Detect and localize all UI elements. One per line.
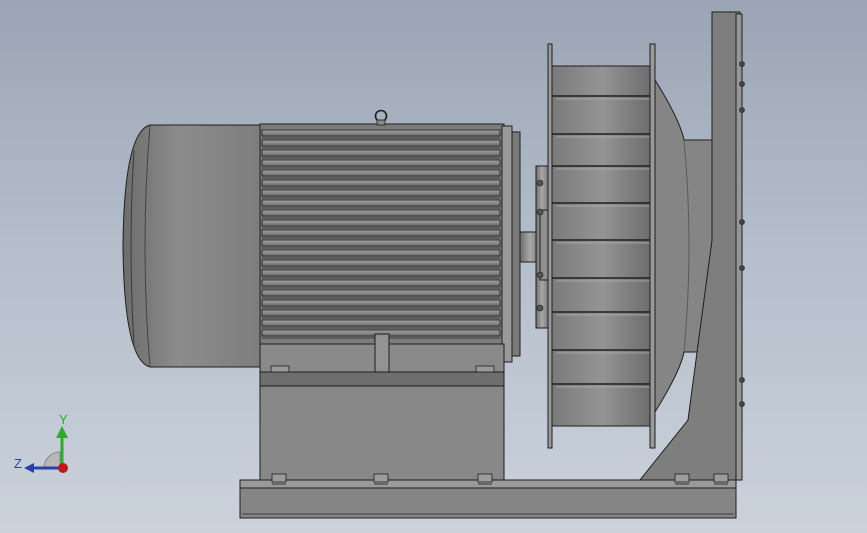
- lifting-eye: [374, 109, 388, 126]
- cooling-fin: [261, 219, 501, 227]
- motor-finned-body: [259, 123, 505, 345]
- cooling-fin: [261, 299, 501, 307]
- plate-bolt: [739, 107, 745, 113]
- cooling-fin: [261, 209, 501, 217]
- cooling-fin: [261, 169, 501, 177]
- cooling-fin: [261, 259, 501, 267]
- plate-bolt: [739, 219, 745, 225]
- cooling-fin: [261, 269, 501, 277]
- cooling-fin: [261, 149, 501, 157]
- base-bolt: [713, 473, 729, 483]
- y-axis-label: Y: [59, 412, 68, 427]
- base-bolt: [477, 473, 493, 483]
- base-bolt: [373, 473, 389, 483]
- cooling-fin: [261, 309, 501, 317]
- cooling-fin: [261, 199, 501, 207]
- motor-end-cap: [122, 124, 263, 368]
- cooling-fin: [261, 249, 501, 257]
- cooling-fin: [261, 289, 501, 297]
- base-bolt: [271, 473, 287, 483]
- cooling-fin: [261, 139, 501, 147]
- model-view[interactable]: [0, 0, 867, 533]
- motor-foot: [259, 333, 505, 481]
- cooling-fin: [261, 279, 501, 287]
- cooling-fin: [261, 179, 501, 187]
- plate-bolt: [739, 377, 745, 383]
- reference-triad: Y Z: [14, 412, 68, 473]
- cooling-fin: [261, 239, 501, 247]
- plate-bolt: [739, 81, 745, 87]
- motor-flange: [501, 125, 521, 363]
- cooling-fin: [261, 229, 501, 237]
- fan-impeller: [547, 43, 656, 449]
- x-axis-dot: [58, 463, 68, 473]
- cooling-fin: [261, 189, 501, 197]
- base-frame: [239, 473, 737, 519]
- cad-graphics-viewport[interactable]: Y Z: [0, 0, 867, 533]
- base-bolt: [674, 473, 690, 483]
- z-axis-label: Z: [14, 456, 22, 471]
- cooling-fin: [261, 319, 501, 327]
- cooling-fin: [261, 129, 501, 137]
- plate-bolt: [739, 265, 745, 271]
- cooling-fin: [261, 159, 501, 167]
- plate-bolt: [739, 401, 745, 407]
- plate-bolt: [739, 61, 745, 67]
